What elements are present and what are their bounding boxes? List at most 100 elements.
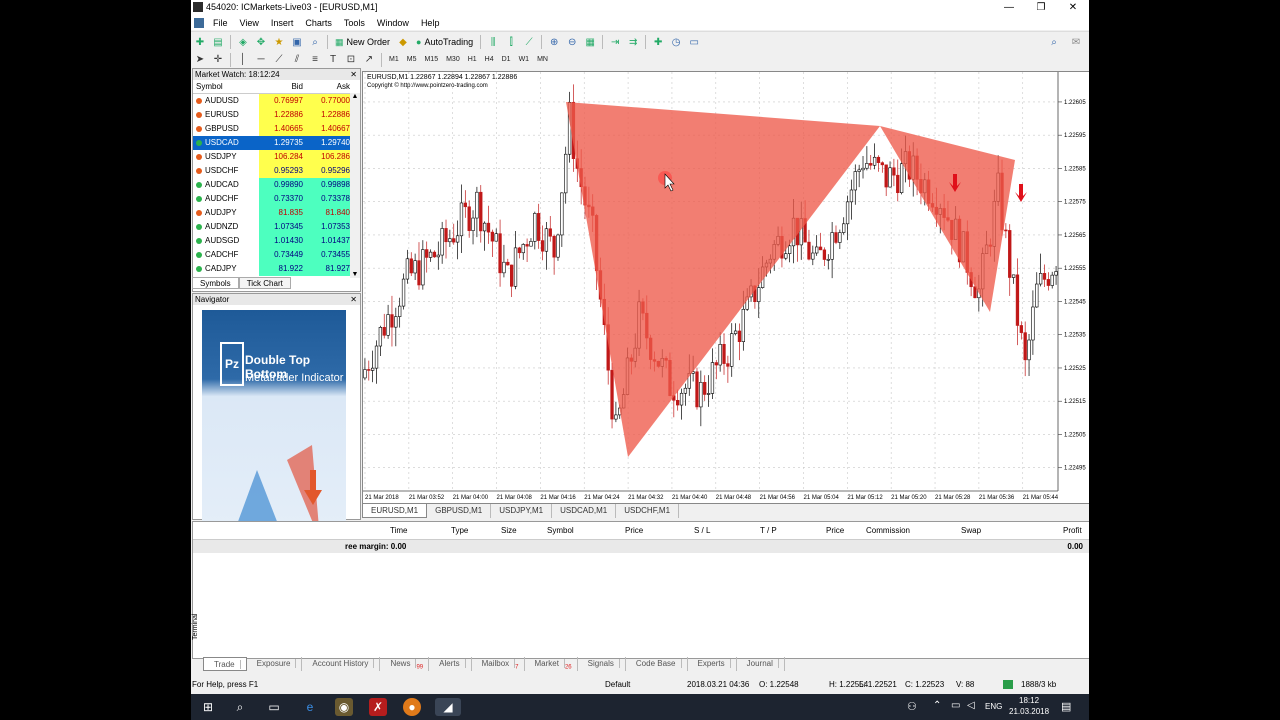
new-order-button[interactable]: ▦ New Order [331,35,394,50]
col-type[interactable]: Type [451,526,468,535]
timeframe-h4[interactable]: H4 [481,56,498,63]
menu-help[interactable]: Help [415,18,446,28]
scroll-up-icon[interactable]: ▲ [350,93,360,100]
timeframe-h1[interactable]: H1 [464,56,481,63]
metatrader-taskbar-icon[interactable]: ◢ [435,698,461,716]
chart-tab-usdjpy[interactable]: USDJPY,M1 [491,504,553,518]
crosshair-icon[interactable]: ✛ [211,53,225,66]
cursor-icon[interactable]: ➤ [193,53,207,66]
autotrading-button[interactable]: ● AutoTrading [412,35,477,50]
terminal-tab-experts[interactable]: Experts [688,657,737,671]
menu-insert[interactable]: Insert [265,18,300,28]
header-ask[interactable]: Ask [306,80,353,93]
chart-tab-usdchf[interactable]: USDCHF,M1 [616,504,680,518]
col-tp[interactable]: T / P [760,526,777,535]
equidistant-channel-icon[interactable]: ⫽ [290,53,304,66]
market-watch-icon[interactable]: ◈ [236,36,250,49]
terminal-tab-trade[interactable]: Trade [203,657,247,671]
col-close-price[interactable]: Price [826,526,844,535]
clock-date[interactable]: 21.03.2018 [1009,707,1049,716]
edge-icon[interactable]: e [301,698,319,716]
language-indicator[interactable]: ENG [985,702,1002,711]
templates-icon[interactable]: ▭ [687,36,701,49]
vertical-line-icon[interactable]: │ [236,53,250,66]
col-time[interactable]: Time [390,526,407,535]
indicators-icon[interactable]: ✚ [651,36,665,49]
terminal-tab-exposure[interactable]: Exposure [247,657,303,671]
search-taskbar-icon[interactable]: ⌕ [231,698,249,716]
label-tool-icon[interactable]: ⊡ [344,53,358,66]
navigator-icon[interactable]: ★ [272,36,286,49]
col-symbol[interactable]: Symbol [547,526,574,535]
terminal-tab-market[interactable]: Market 26 [525,657,578,671]
menu-window[interactable]: Window [371,18,415,28]
tray-expand-icon[interactable]: ⌃ [933,700,941,711]
tab-symbols[interactable]: Symbols [192,277,239,289]
menu-charts[interactable]: Charts [299,18,338,28]
market-watch-row[interactable]: AUDJPY 81.835 81.840 [193,206,360,220]
search-icon[interactable]: ⌕ [1047,36,1061,49]
zoom-in-icon[interactable]: ⊕ [547,36,561,49]
col-commission[interactable]: Commission [866,526,910,535]
zoom-out-icon[interactable]: ⊖ [565,36,579,49]
scroll-down-icon[interactable]: ▼ [350,271,360,278]
market-watch-scrollbar[interactable]: ▲ ▼ [350,93,360,278]
terminal-tab-news[interactable]: News 99 [380,657,430,671]
tile-windows-icon[interactable]: ▦ [583,36,597,49]
metaeditor-icon[interactable]: ◆ [396,36,410,49]
timeframe-w1[interactable]: W1 [515,56,534,63]
col-price[interactable]: Price [625,526,643,535]
terminal-tab-alerts[interactable]: Alerts [429,657,472,671]
new-chart-icon[interactable]: ✚ [193,36,207,49]
col-swap[interactable]: Swap [961,526,981,535]
header-bid[interactable]: Bid [259,80,306,93]
minimize-button[interactable]: — [993,0,1025,15]
volume-icon[interactable]: ◁ [967,700,975,711]
market-watch-row[interactable]: CADJPY 81.922 81.927 [193,262,360,276]
candlestick-icon[interactable]: ⫿ [504,36,518,49]
chart-tab-gbpusd[interactable]: GBPUSD,M1 [427,504,492,518]
market-watch-row[interactable]: USDCAD 1.29735 1.29740 [193,136,360,150]
close-market-watch-icon[interactable]: ✕ [350,69,357,80]
notifications-icon[interactable]: ▤ [1061,700,1071,713]
app-icon-1[interactable]: ◉ [335,698,353,716]
people-icon[interactable]: ⚇ [907,700,917,713]
chart-tab-eurusd[interactable]: EURUSD,M1 [362,504,428,518]
firefox-icon[interactable]: ● [403,698,421,716]
candlestick-chart[interactable]: 1.22605 1.22595 1.22585 1.22575 1.22565 1.225… [363,72,1089,503]
col-sl[interactable]: S / L [694,526,710,535]
timeframe-m1[interactable]: M1 [385,56,403,63]
chat-icon[interactable]: ✉ [1069,36,1083,49]
trendline-icon[interactable]: ⟋ [272,53,286,66]
close-button[interactable]: ✕ [1057,0,1089,15]
periods-icon[interactable]: ◷ [669,36,683,49]
data-window-icon[interactable]: ✥ [254,36,268,49]
menu-view[interactable]: View [234,18,265,28]
terminal-tab-mailbox[interactable]: Mailbox 7 [472,657,525,671]
market-watch-row[interactable]: AUDCHF 0.73370 0.73378 [193,192,360,206]
terminal-tab-account-history[interactable]: Account History [302,657,381,671]
market-watch-row[interactable]: EURUSD 1.22886 1.22886 [193,108,360,122]
fibonacci-icon[interactable]: ≡ [308,53,322,66]
menu-file[interactable]: File [207,18,234,28]
col-profit[interactable]: Profit [1063,526,1082,535]
close-navigator-icon[interactable]: ✕ [350,294,357,305]
network-icon[interactable]: ▭ [951,700,960,711]
timeframe-mn[interactable]: MN [533,56,552,63]
strategy-tester-icon[interactable]: ⌕ [308,36,322,49]
text-tool-icon[interactable]: T [326,53,340,66]
market-watch-row[interactable]: AUDUSD 0.76997 0.77000 [193,94,360,108]
terminal-tab-journal[interactable]: Journal [737,657,785,671]
restore-button[interactable]: ❐ [1025,0,1057,15]
terminal-icon[interactable]: ▣ [290,36,304,49]
market-watch-row[interactable]: USDCHF 0.95293 0.95296 [193,164,360,178]
menu-tools[interactable]: Tools [338,18,371,28]
timeframe-d1[interactable]: D1 [498,56,515,63]
tab-tick-chart[interactable]: Tick Chart [238,277,291,289]
profiles-icon[interactable]: ▤ [211,36,225,49]
arrows-tool-icon[interactable]: ↗ [362,53,376,66]
chart-window[interactable]: 1.22605 1.22595 1.22585 1.22575 1.22565 1.225… [362,71,1089,504]
timeframe-m30[interactable]: M30 [442,56,464,63]
chart-shift-icon[interactable]: ⇥ [608,36,622,49]
market-watch-row[interactable]: GBPUSD 1.40665 1.40667 [193,122,360,136]
